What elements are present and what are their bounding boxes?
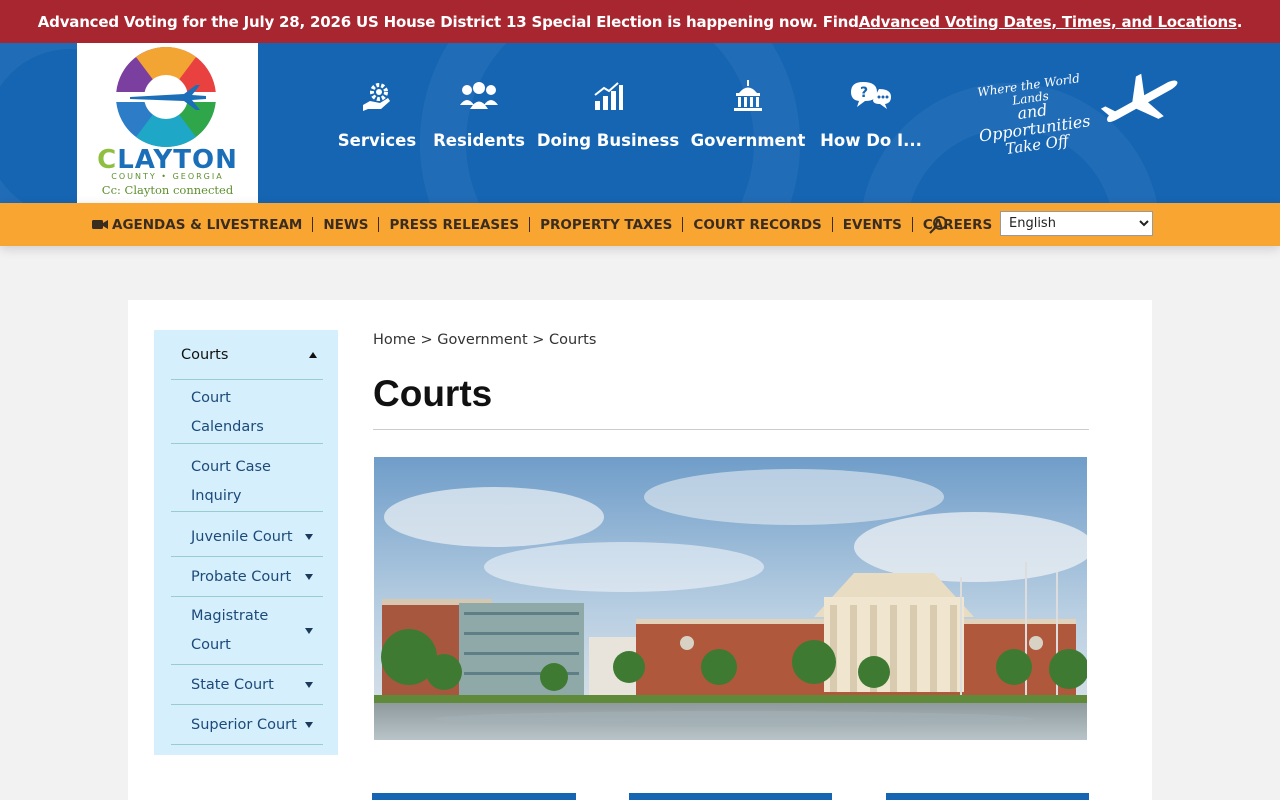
nav-doing-business[interactable]: Doing Business bbox=[537, 76, 679, 150]
sidebar-item-label: Juvenile Court bbox=[191, 529, 293, 545]
feature-card-2[interactable] bbox=[629, 793, 832, 800]
gear-hand-icon bbox=[360, 76, 394, 116]
video-camera-icon bbox=[92, 220, 108, 229]
alert-banner: Advanced Voting for the July 28, 2026 US… bbox=[0, 0, 1280, 43]
caret-down-icon[interactable] bbox=[305, 681, 313, 688]
page-title: Courts bbox=[373, 373, 493, 414]
nav-label: How Do I... bbox=[820, 131, 922, 150]
subnav-divider bbox=[312, 217, 314, 232]
logo-subtitle: COUNTY • GEORGIA bbox=[111, 172, 224, 181]
sidebar-item-label: Court Case Inquiry bbox=[191, 459, 271, 504]
breadcrumb-home[interactable]: Home bbox=[373, 332, 416, 348]
logo-wordmark: CLAYTON bbox=[77, 147, 258, 173]
subnav-events[interactable]: EVENTS bbox=[843, 217, 902, 233]
site-header: CLAYTON COUNTY • GEORGIA Cc: Clayton con… bbox=[0, 43, 1280, 203]
capitol-building-icon bbox=[733, 76, 763, 116]
subnav-divider bbox=[529, 217, 531, 232]
globe-logo-icon bbox=[114, 47, 218, 147]
nav-government[interactable]: Government bbox=[690, 76, 806, 150]
sidebar-item-label: Probate Court bbox=[191, 569, 292, 585]
caret-down-icon[interactable] bbox=[305, 627, 313, 634]
sidebar-item-probate-court[interactable]: Probate Court bbox=[171, 557, 323, 597]
title-divider bbox=[373, 429, 1089, 430]
nav-label: Doing Business bbox=[536, 131, 680, 150]
subnav-label: AGENDAS & LIVESTREAM bbox=[112, 216, 303, 233]
sidebar-item-label: Superior Court bbox=[191, 717, 297, 733]
nav-label: Residents bbox=[433, 131, 525, 150]
feature-card-1[interactable] bbox=[372, 793, 576, 800]
logo-wordmark-c: C bbox=[97, 145, 118, 175]
nav-label: Government bbox=[690, 131, 806, 150]
nav-label: Services bbox=[337, 131, 417, 150]
sidebar-item-court-calendars[interactable]: Court Calendars bbox=[171, 382, 323, 444]
svg-text:?: ? bbox=[860, 85, 868, 101]
breadcrumb-separator: > bbox=[420, 332, 438, 348]
sidebar-menu: Courts Court Calendars Court Case Inquir… bbox=[154, 330, 338, 755]
feature-card-3[interactable] bbox=[886, 793, 1089, 800]
logo-wordmark-rest: LAYTON bbox=[117, 145, 238, 175]
subnav-court-records[interactable]: COURT RECORDS bbox=[693, 217, 821, 233]
subnav-divider bbox=[831, 217, 833, 232]
sidebar-item-state-court[interactable]: State Court bbox=[171, 665, 323, 705]
people-icon bbox=[459, 76, 499, 116]
subnav-divider bbox=[378, 217, 380, 232]
courthouse-photo bbox=[374, 457, 1087, 740]
advanced-voting-link[interactable]: Advanced Voting Dates, Times, and Locati… bbox=[859, 13, 1237, 31]
sidebar-item-superior-court[interactable]: Superior Court bbox=[171, 705, 323, 745]
search-icon[interactable] bbox=[928, 214, 950, 236]
sidebar-item-label: Magistrate Court bbox=[191, 608, 269, 653]
sidebar-heading[interactable]: Courts bbox=[171, 330, 323, 380]
question-bubble-icon: ? bbox=[849, 76, 893, 116]
breadcrumb-government[interactable]: Government bbox=[437, 332, 527, 348]
logo-tagline: Cc: Clayton connected bbox=[101, 183, 234, 197]
sidebar-item-juvenile-court[interactable]: Juvenile Court bbox=[171, 517, 323, 557]
subnav-property-taxes[interactable]: PROPERTY TAXES bbox=[540, 217, 672, 233]
sidebar-heading-label: Courts bbox=[181, 346, 229, 363]
airplane-icon bbox=[1100, 73, 1178, 123]
sidebar-item-magistrate-court[interactable]: Magistrate Court bbox=[171, 597, 323, 665]
subnav-press-releases[interactable]: PRESS RELEASES bbox=[389, 217, 519, 233]
subnav-news[interactable]: NEWS bbox=[323, 217, 368, 233]
breadcrumb-separator: > bbox=[532, 332, 550, 348]
subnav-agendas-livestream[interactable]: AGENDAS & LIVESTREAM bbox=[92, 217, 302, 233]
sidebar-item-label: State Court bbox=[191, 677, 274, 693]
growth-chart-icon bbox=[592, 76, 624, 116]
caret-down-icon[interactable] bbox=[305, 721, 313, 728]
nav-how-do-i[interactable]: ? How Do I... bbox=[820, 76, 922, 150]
clayton-county-logo[interactable]: CLAYTON COUNTY • GEORGIA Cc: Clayton con… bbox=[77, 43, 258, 203]
alert-period: . bbox=[1236, 12, 1243, 31]
caret-up-icon[interactable] bbox=[309, 351, 317, 358]
caret-down-icon[interactable] bbox=[305, 533, 313, 540]
caret-down-icon[interactable] bbox=[305, 573, 313, 580]
breadcrumb-current: Courts bbox=[549, 332, 597, 348]
sidebar-item-label: Court Calendars bbox=[191, 390, 264, 435]
subnav-divider bbox=[682, 217, 684, 232]
nav-residents[interactable]: Residents bbox=[433, 76, 525, 150]
sidebar-item-court-case-inquiry[interactable]: Court Case Inquiry bbox=[171, 448, 323, 512]
nav-services[interactable]: Services bbox=[334, 76, 420, 150]
breadcrumb: Home > Government > Courts bbox=[373, 332, 596, 348]
language-select[interactable]: English bbox=[1000, 211, 1153, 236]
subnav-divider bbox=[911, 217, 913, 232]
alert-text: Advanced Voting for the July 28, 2026 US… bbox=[37, 12, 859, 31]
